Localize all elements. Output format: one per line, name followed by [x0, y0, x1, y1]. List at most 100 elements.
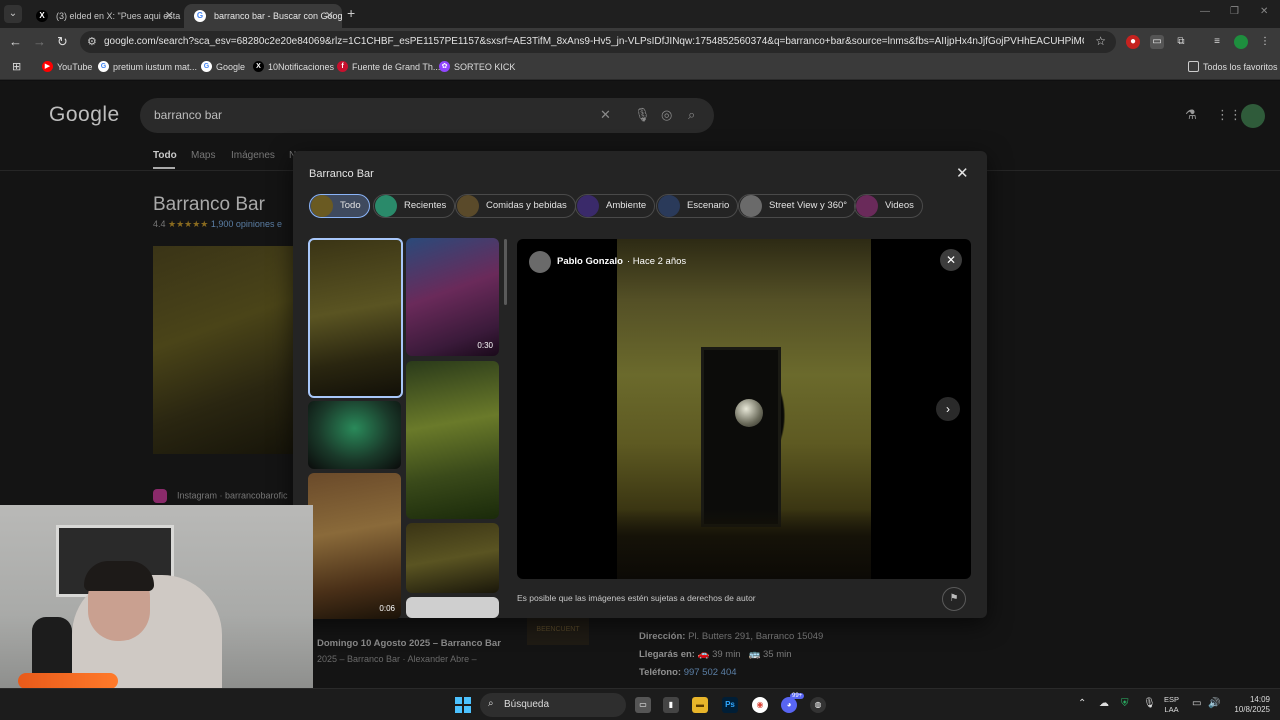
photo-thumbnail[interactable] — [308, 238, 403, 398]
microphone-icon[interactable]: 🎙 — [1143, 698, 1156, 709]
reviews-link[interactable]: 1,900 opiniones e — [211, 219, 282, 229]
tab-maps[interactable]: Maps — [191, 150, 215, 161]
volume-icon[interactable]: 🔊 — [1208, 698, 1220, 709]
onedrive-icon[interactable]: ☁ — [1099, 698, 1109, 709]
author-name[interactable]: Pablo Gonzalo — [557, 256, 623, 267]
tab-search-chevron-icon[interactable]: ⌄ — [4, 5, 22, 23]
event-result-title[interactable]: Domingo 10 Agosto 2025 – Barranco Bar — [317, 638, 501, 649]
google-logo[interactable]: Google — [49, 103, 120, 127]
security-icon[interactable]: ⛨ — [1121, 698, 1129, 709]
photo-thumbnail[interactable] — [406, 361, 499, 519]
clear-icon[interactable]: ✕ — [600, 107, 611, 123]
tab-close-icon[interactable]: ✕ — [325, 4, 334, 28]
bookmark-star-icon[interactable]: ☆ — [1095, 34, 1106, 48]
language-indicator[interactable]: ESP LAA — [1164, 695, 1179, 715]
event-result-image[interactable]: BEENCUENT — [527, 615, 589, 645]
taskbar-clock[interactable]: 14:09 10/8/2025 — [1226, 695, 1270, 715]
video-thumbnail[interactable]: 0:30 — [406, 238, 499, 356]
tab-google-search[interactable]: G barranco bar - Buscar con Google ✕ — [184, 4, 342, 28]
reload-icon[interactable]: ↻ — [57, 34, 68, 50]
chip-label: Comidas y bebidas — [486, 200, 567, 211]
app-icon[interactable]: ▮ — [663, 697, 679, 713]
instagram-label: Instagram · barrancobarofic — [177, 490, 288, 501]
tab-imagenes[interactable]: Imágenes — [231, 150, 275, 161]
reading-list-icon[interactable]: ≡ — [1210, 35, 1224, 49]
photo-thumbnail[interactable] — [406, 523, 499, 593]
lens-camera-icon[interactable]: ◎ — [661, 107, 672, 123]
chip-todo[interactable]: Todo — [309, 194, 370, 218]
labs-flask-icon[interactable]: ⚗ — [1185, 107, 1197, 123]
windows-start-icon[interactable] — [455, 697, 471, 713]
profile-avatar-icon[interactable] — [1234, 35, 1248, 49]
thumbnails-scrollbar[interactable] — [504, 239, 507, 305]
phone-value[interactable]: 997 502 404 — [684, 667, 737, 678]
tab-todo[interactable]: Todo — [153, 150, 177, 161]
chip-videos[interactable]: Videos — [854, 194, 923, 218]
file-explorer-icon[interactable]: ▬ — [692, 697, 708, 713]
site-info-icon[interactable]: ⚙ — [87, 35, 97, 48]
bookmarks-bar: ⊞ ▶ YouTube Gpretium iustum mat... G Googl… — [0, 56, 1280, 80]
report-flag-icon[interactable]: ⚑ — [942, 587, 966, 611]
bookmark-notificaciones[interactable]: X 10Notificaciones — [253, 56, 334, 78]
chip-street-view[interactable]: Street View y 360° — [738, 194, 857, 218]
bookmark-google[interactable]: G Google — [201, 56, 245, 78]
chip-thumbnail — [658, 195, 680, 217]
google-search-box[interactable]: barranco bar ✕ 🎙 ◎ ⌕ — [140, 98, 714, 133]
webcam-overlay — [0, 505, 313, 688]
arrival-label: Llegarás en: — [639, 649, 695, 660]
discord-icon[interactable]: ◕ — [781, 697, 797, 713]
photo-thumbnail[interactable] — [406, 597, 499, 618]
author-avatar[interactable] — [529, 251, 551, 273]
browser-toolbar: ← → ↻ ⚙ google.com/search?sca_esv=68280c… — [0, 28, 1280, 56]
new-tab-plus-icon[interactable]: + — [347, 5, 355, 21]
obs-icon[interactable]: ◍ — [810, 697, 826, 713]
main-photo[interactable] — [617, 239, 871, 579]
chip-comidas[interactable]: Comidas y bebidas — [455, 194, 576, 218]
tab-x[interactable]: X (3) elded en X: "Pues aqui esta el ✕ — [26, 4, 182, 28]
video-thumbnail[interactable]: 0:06 — [308, 473, 401, 619]
forward-arrow-icon[interactable]: → — [33, 34, 46, 49]
bookmark-youtube[interactable]: ▶ YouTube — [42, 56, 92, 78]
task-view-icon[interactable]: ▭ — [635, 697, 651, 713]
chip-escenario[interactable]: Escenario — [656, 194, 739, 218]
apps-grid-icon[interactable]: ⊞ — [12, 56, 21, 78]
google-logo-icon: G — [194, 10, 206, 22]
chip-ambiente[interactable]: Ambiente — [575, 194, 656, 218]
back-arrow-icon[interactable]: ← — [9, 34, 22, 49]
viewer-close-icon[interactable]: ✕ — [940, 249, 962, 271]
instagram-link[interactable]: Instagram · barrancobarofic — [153, 489, 288, 503]
knowledge-panel-title: Barranco Bar — [153, 194, 265, 215]
keyboard-layout: LAA — [1164, 705, 1179, 714]
chip-recientes[interactable]: Recientes — [373, 194, 456, 218]
tray-expand-icon[interactable]: ⌃ — [1078, 698, 1086, 709]
knowledge-panel-photo[interactable] — [153, 246, 293, 454]
search-icon[interactable]: ⌕ — [688, 107, 695, 123]
restore-icon[interactable]: ❐ — [1230, 6, 1239, 17]
address-bar[interactable]: ⚙ google.com/search?sca_esv=68280c2e20e8… — [80, 31, 1116, 53]
extensions-puzzle-icon[interactable]: ⧉ — [1174, 35, 1188, 49]
event-result-snippet: 2025 – Barranco Bar · Alexander Abre – — [317, 654, 477, 664]
all-bookmarks[interactable]: Todos los favoritos — [1188, 56, 1278, 78]
chrome-menu-icon[interactable]: ⋮ — [1258, 35, 1272, 49]
modal-close-icon[interactable]: ✕ — [956, 164, 969, 182]
photo-thumbnail[interactable] — [308, 401, 401, 469]
bookmark-pretium[interactable]: Gpretium iustum mat... — [98, 56, 197, 78]
account-avatar[interactable] — [1241, 104, 1265, 128]
next-arrow-icon[interactable]: › — [936, 397, 960, 421]
close-window-icon[interactable]: ✕ — [1260, 6, 1268, 17]
extension-red-icon[interactable]: ● — [1126, 35, 1140, 49]
minimize-icon[interactable]: — — [1200, 6, 1210, 17]
copyright-notice: Es posible que las imágenes estén sujeta… — [517, 593, 756, 603]
tab-close-icon[interactable]: ✕ — [165, 4, 174, 28]
bookmark-label: pretium iustum mat... — [113, 62, 198, 72]
display-icon[interactable]: ▭ — [1192, 698, 1201, 709]
chrome-icon[interactable]: ◉ — [752, 697, 768, 713]
google-apps-icon[interactable]: ⋮⋮ — [1216, 107, 1242, 123]
rating-row: 4.4 ★★★★★ 1,900 opiniones e — [153, 219, 282, 230]
microphone-icon[interactable]: 🎙 — [634, 107, 651, 123]
taskbar-search[interactable]: ⌕ Búsqueda — [480, 693, 626, 717]
bookmark-grand-theft[interactable]: f Fuente de Grand Th... — [337, 56, 440, 78]
extension-card-icon[interactable]: ▭ — [1150, 35, 1164, 49]
photoshop-icon[interactable]: Ps — [722, 697, 738, 713]
bookmark-sorteo-kick[interactable]: ✿ SORTEO KICK — [439, 56, 515, 78]
